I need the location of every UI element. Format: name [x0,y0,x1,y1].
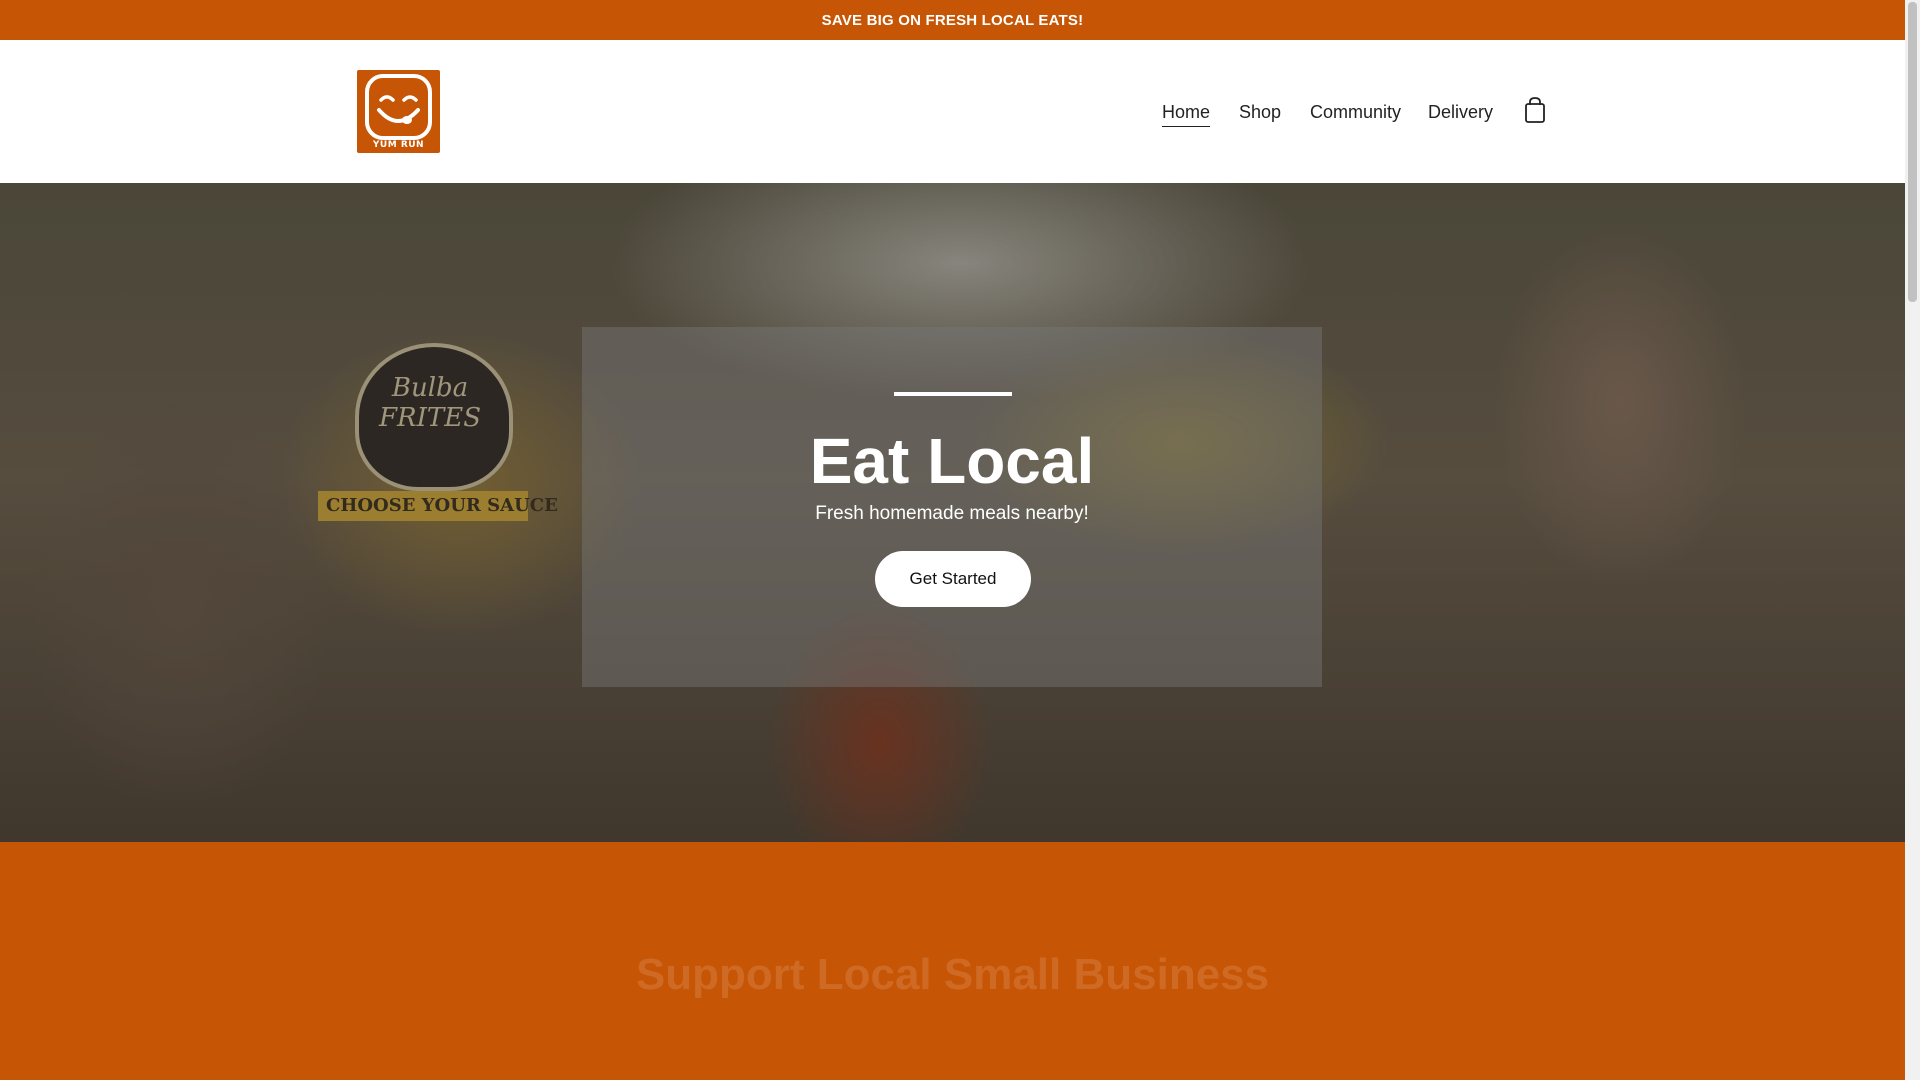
hero-title: Eat Local [809,425,1095,497]
nav-item-community[interactable]: Community [1310,100,1401,124]
section-title: Support Local Small Business [635,950,1270,999]
announcement-text: SAVE BIG ON FRESH LOCAL EATS! [821,11,1084,29]
cart-button[interactable] [1522,96,1548,124]
hero-accent-line [894,392,1012,396]
support-section: Support Local Small Business [0,842,1905,1080]
nav-item-delivery[interactable]: Delivery [1428,100,1493,124]
nav-item-shop[interactable]: Shop [1239,100,1281,124]
shopping-bag-icon [1525,97,1545,123]
hero-subtitle: Fresh homemade meals nearby! [815,503,1089,524]
scrollbar-thumb[interactable] [1908,2,1917,302]
page: SAVE BIG ON FRESH LOCAL EATS! YUM RUN Ho… [0,0,1905,1080]
hero-banner: Bulba FRITES CHOOSE YOUR SAUCE Eat Local… [0,183,1905,842]
logo-wordmark: YUM RUN [372,140,425,150]
announcement-bar: SAVE BIG ON FRESH LOCAL EATS! [0,0,1905,40]
get-started-button[interactable]: Get Started [875,551,1031,607]
site-header: YUM RUN Home Shop Community Delivery [0,40,1905,183]
main-nav: Home Shop Community Delivery [0,100,1905,130]
page-scrollbar[interactable] [1905,0,1920,1080]
nav-item-home[interactable]: Home [1162,100,1211,127]
